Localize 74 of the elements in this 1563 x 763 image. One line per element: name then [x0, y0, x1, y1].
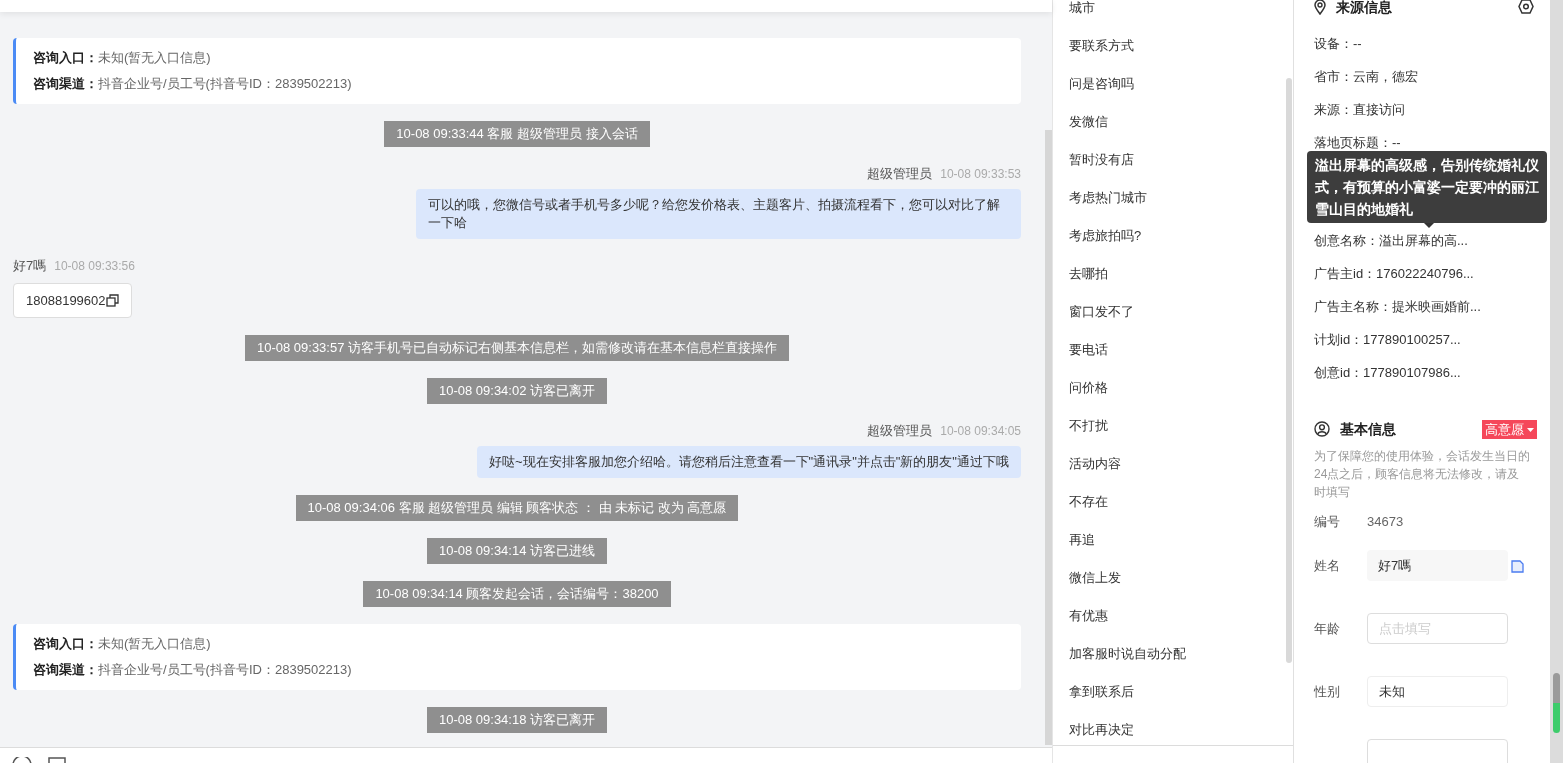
- quick-reply-item[interactable]: 要电话: [1069, 340, 1108, 360]
- quick-reply-item[interactable]: 加客服时说自动分配: [1069, 644, 1186, 664]
- input-field[interactable]: [1367, 739, 1508, 763]
- quick-reply-item[interactable]: 城市: [1069, 0, 1095, 18]
- info-label: 咨询入口：: [33, 49, 98, 67]
- quick-reply-item[interactable]: 问价格: [1069, 378, 1108, 398]
- caret-icon: [1527, 427, 1534, 432]
- name-field[interactable]: 好7嗎: [1367, 550, 1508, 581]
- quick-reply-item[interactable]: 拿到联系后: [1069, 682, 1134, 702]
- source-info-row-text: 省市：云南，德宏: [1314, 67, 1418, 86]
- message-time: 10-08 09:33:56: [54, 258, 135, 275]
- system-notice: 10-08 09:34:14 顾客发起会话，会话编号：38200: [363, 581, 671, 607]
- source-info-row-text: 计划id：177890100257...: [1314, 330, 1461, 349]
- system-notice: 10-08 09:33:44 客服 超级管理员 接入会话: [384, 121, 650, 147]
- field-label: 编号: [1314, 513, 1341, 532]
- sender-name: 好7嗎: [13, 257, 47, 275]
- notice-text: 为了保障您的使用体验，会话发生当日的24点之后，顾客信息将无法修改，请及时填写: [1314, 448, 1530, 501]
- system-notice: 10-08 09:33:57 访客手机号已自动标记右侧基本信息栏，如需修改请在基本信息栏直接操作: [244, 335, 790, 361]
- quick-reply-item[interactable]: 活动内容: [1069, 454, 1121, 474]
- location-pin-icon: [1314, 0, 1326, 15]
- message-bubble: 好哒~现在安排客服加您介绍哈。请您稍后注意查看一下"通讯录"并点击"新的朋友"通过下哦: [476, 446, 1021, 478]
- source-info-row-text: 创意id：177890107986...: [1314, 363, 1461, 382]
- info-label: 咨询渠道：: [33, 75, 98, 93]
- image-icon[interactable]: [48, 757, 66, 763]
- sender-name: 超级管理员: [867, 165, 933, 183]
- quick-reply-item[interactable]: 窗口发不了: [1069, 302, 1134, 322]
- system-notice: 10-08 09:34:18 访客已离开: [426, 707, 608, 733]
- source-info-row-text: 来源：直接访问: [1314, 100, 1405, 119]
- message-time: 10-08 09:34:05: [940, 423, 1021, 440]
- quick-reply-item[interactable]: 不存在: [1069, 492, 1108, 512]
- info-value: 未知(暂无入口信息): [98, 49, 211, 67]
- quick-reply-item[interactable]: 考虑旅拍吗?: [1069, 226, 1142, 246]
- copy-icon[interactable]: [105, 294, 119, 307]
- info-value: 抖音企业号/员工号(抖音号ID：2839502213): [98, 661, 352, 679]
- source-info-row-text: 广告主id：176022240796...: [1314, 264, 1474, 283]
- field-label: 性别: [1314, 682, 1341, 701]
- field-value: 34673: [1367, 513, 1404, 532]
- sender-name: 超级管理员: [867, 422, 933, 440]
- info-label: 咨询渠道：: [33, 661, 98, 679]
- quick-reply-item[interactable]: 再追: [1069, 530, 1095, 550]
- system-notice: 10-08 09:34:14 访客已进线: [426, 538, 608, 564]
- quick-reply-item[interactable]: 问是咨询吗: [1069, 74, 1134, 94]
- section-title: 基本信息: [1340, 419, 1396, 439]
- status-dropdown[interactable]: 高意愿: [1482, 420, 1537, 439]
- system-notice: 10-08 09:34:06 客服 超级管理员 编辑 顾客状态 ： 由 未标记 改为 高意愿: [295, 495, 739, 521]
- field-label: 年龄: [1314, 619, 1341, 638]
- info-label: 咨询入口：: [33, 635, 98, 653]
- message-time: 10-08 09:33:53: [940, 166, 1021, 183]
- message-bubble: 可以的哦，您微信号或者手机号多少呢？给您发价格表、主题客片、拍摄流程看下，您可以对比了解一下哈: [416, 189, 1021, 239]
- info-value: 抖音企业号/员工号(抖音号ID：2839502213): [98, 75, 352, 93]
- quick-reply-item[interactable]: 发微信: [1069, 112, 1108, 132]
- select-field[interactable]: 未知: [1367, 676, 1508, 707]
- emoji-icon[interactable]: [12, 757, 32, 763]
- quick-reply-item[interactable]: 去哪拍: [1069, 264, 1108, 284]
- settings-icon[interactable]: [1518, 0, 1534, 14]
- system-notice: 10-08 09:34:02 访客已离开: [426, 378, 608, 404]
- quick-reply-item[interactable]: 考虑热门城市: [1069, 188, 1147, 208]
- scroll-thumb[interactable]: [1553, 673, 1560, 733]
- info-value: 未知(暂无入口信息): [98, 635, 211, 653]
- quick-reply-item[interactable]: 有优惠: [1069, 606, 1108, 626]
- quick-reply-item[interactable]: 不打扰: [1069, 416, 1108, 436]
- source-info-row-text: 创意名称：溢出屏幕的高...: [1314, 231, 1468, 250]
- phone-number: 18088199602: [26, 291, 106, 310]
- source-info-row-text: 广告主名称：提米映画婚前...: [1314, 297, 1481, 316]
- tooltip-text: 溢出屏幕的高级感，告别传统婚礼仪式，有预算的小富婆一定要冲的丽江雪山目的地婚礼: [1315, 157, 1539, 217]
- quick-reply-item[interactable]: 要联系方式: [1069, 36, 1134, 56]
- source-info-row-text: 设备：--: [1314, 34, 1362, 53]
- quick-reply-item[interactable]: 微信上发: [1069, 568, 1121, 588]
- quick-reply-item[interactable]: 对比再决定: [1069, 720, 1134, 740]
- section-title: 来源信息: [1336, 0, 1392, 17]
- field-label: 姓名: [1314, 556, 1341, 575]
- quick-reply-item[interactable]: 暂时没有店: [1069, 150, 1134, 170]
- source-info-row-text: 落地页标题：--: [1314, 133, 1401, 152]
- user-circle-icon: [1314, 421, 1330, 437]
